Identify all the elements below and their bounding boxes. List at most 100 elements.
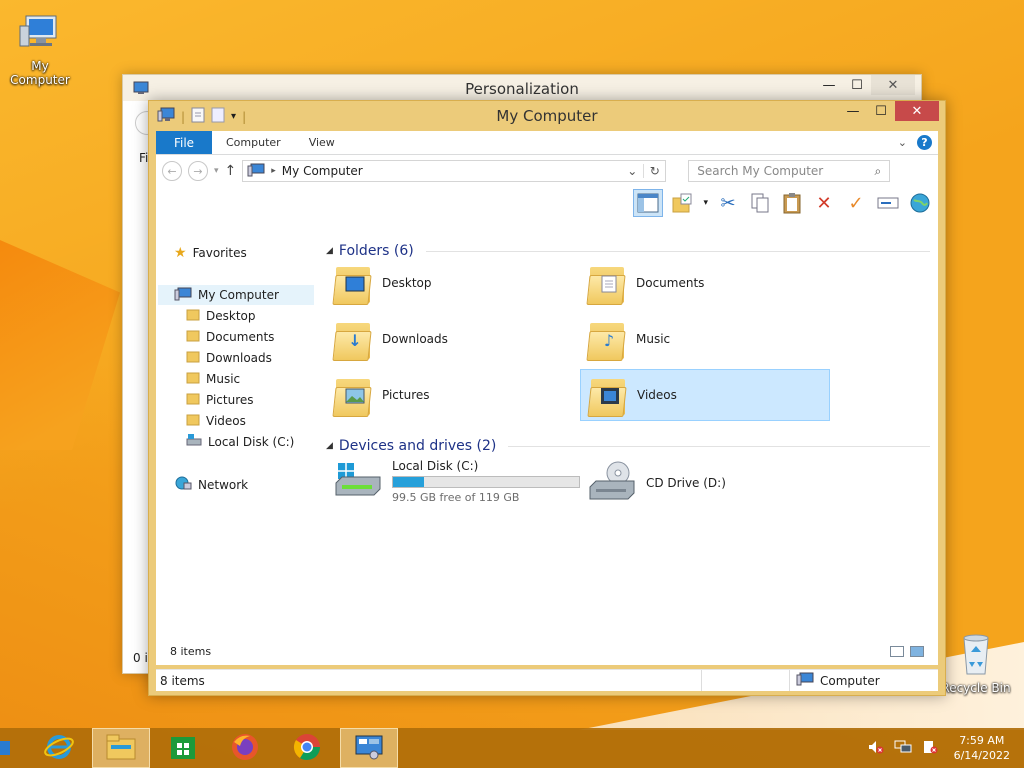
nav-documents[interactable]: Documents xyxy=(186,328,274,345)
folder-options-icon[interactable] xyxy=(671,191,695,215)
nav-label: My Computer xyxy=(198,288,279,302)
folder-downloads[interactable]: ↓ Downloads xyxy=(326,313,576,365)
drive-local-disk[interactable]: Local Disk (C:) 99.5 GB free of 119 GB xyxy=(326,453,586,511)
dropdown-icon[interactable]: ▾ xyxy=(703,198,708,208)
folder-videos[interactable]: Videos xyxy=(580,369,830,421)
folder-music[interactable]: ♪ Music xyxy=(580,313,830,365)
status-location: Computer xyxy=(820,673,880,688)
close-button[interactable]: ✕ xyxy=(871,75,915,95)
cut-icon[interactable]: ✂ xyxy=(716,191,740,215)
back-button[interactable]: ← xyxy=(162,161,182,181)
desktop-icon-my-computer[interactable]: My Computer xyxy=(0,10,80,87)
taskbar-internet-explorer[interactable] xyxy=(30,728,88,768)
maximize-button[interactable]: ☐ xyxy=(843,75,871,95)
folder-icon xyxy=(186,391,200,408)
folder-label: Pictures xyxy=(382,388,430,402)
expand-ribbon-icon[interactable]: ⌄ xyxy=(898,136,907,149)
address-dropdown-icon[interactable]: ⌄ xyxy=(621,164,643,178)
action-center-icon[interactable] xyxy=(922,740,938,757)
nav-label: Pictures xyxy=(206,392,254,407)
nav-desktop[interactable]: Desktop xyxy=(186,307,256,324)
nav-label: Music xyxy=(206,371,241,386)
desktop-folder-icon xyxy=(332,261,372,305)
clock[interactable]: 7:59 AM 6/14/2022 xyxy=(948,733,1016,763)
delete-icon[interactable]: ✕ xyxy=(812,191,836,215)
breadcrumb-chevron-icon[interactable]: ▸ xyxy=(271,166,276,176)
tiles-view-icon[interactable] xyxy=(910,645,924,657)
start-edge[interactable] xyxy=(0,741,10,755)
folder-documents[interactable]: Documents xyxy=(580,257,830,309)
globe-icon[interactable] xyxy=(908,191,932,215)
nav-favorites[interactable]: ★ Favorites xyxy=(174,245,247,261)
nav-videos[interactable]: Videos xyxy=(186,412,246,429)
rename-icon[interactable] xyxy=(876,191,900,215)
minimize-button[interactable]: — xyxy=(839,101,867,121)
forward-button[interactable]: → xyxy=(188,161,208,181)
collapse-icon[interactable]: ◢ xyxy=(326,441,333,451)
drive-label: CD Drive (D:) xyxy=(646,476,726,490)
details-view-icon[interactable] xyxy=(890,645,904,657)
folder-label: Desktop xyxy=(382,276,432,290)
drive-cd[interactable]: CD Drive (D:) xyxy=(580,457,830,509)
folder-icon xyxy=(186,307,200,324)
tab-computer[interactable]: Computer xyxy=(212,131,295,154)
drive-free-text: 99.5 GB free of 119 GB xyxy=(392,491,520,504)
taskbar-firefox[interactable] xyxy=(216,728,274,768)
taskbar-file-explorer[interactable] xyxy=(92,728,150,768)
recycle-bin-icon xyxy=(936,632,1016,679)
firefox-icon xyxy=(230,732,260,765)
desktop-icon-recycle-bin[interactable]: Recycle Bin xyxy=(936,632,1016,695)
cd-drive-icon xyxy=(588,461,636,505)
taskbar-store[interactable] xyxy=(154,728,212,768)
help-icon[interactable]: ? xyxy=(917,135,932,150)
minimize-button[interactable]: — xyxy=(815,75,843,95)
recent-locations-icon[interactable]: ▾ xyxy=(214,166,219,176)
item-count: 8 items xyxy=(170,644,212,658)
nav-music[interactable]: Music xyxy=(186,370,240,387)
nav-label: Local Disk (C:) xyxy=(208,434,295,449)
network-icon xyxy=(174,475,192,494)
paste-icon[interactable] xyxy=(780,191,804,215)
nav-local-disk[interactable]: Local Disk (C:) xyxy=(186,433,294,450)
my-computer-window[interactable]: | ▾ | My Computer — ☐ ✕ File Computer Vi… xyxy=(148,100,946,696)
up-button[interactable]: ↑ xyxy=(225,163,237,179)
taskbar-chrome[interactable] xyxy=(278,728,336,768)
file-explorer-icon xyxy=(105,733,137,764)
group-title: Devices and drives (2) xyxy=(338,438,497,454)
folder-desktop[interactable]: Desktop xyxy=(326,257,576,309)
search-input[interactable]: Search My Computer ⌕ xyxy=(688,160,891,182)
tab-file[interactable]: File xyxy=(156,131,212,154)
nav-downloads[interactable]: Downloads xyxy=(186,349,272,366)
title-bar[interactable]: | ▾ | My Computer — ☐ ✕ xyxy=(149,101,945,131)
group-header-devices[interactable]: ◢ Devices and drives (2) xyxy=(326,438,930,454)
search-icon[interactable]: ⌕ xyxy=(875,164,882,179)
refresh-icon[interactable]: ↻ xyxy=(643,164,665,178)
nav-my-computer[interactable]: My Computer xyxy=(158,285,314,305)
store-icon xyxy=(169,733,197,764)
checkmark-icon[interactable]: ✓ xyxy=(844,191,868,215)
folder-pictures[interactable]: Pictures xyxy=(326,369,576,421)
title-bar[interactable]: Personalization — ☐ ✕ xyxy=(123,75,921,101)
nav-network[interactable]: Network xyxy=(174,475,248,494)
navigation-pane: ★ Favorites My Computer Desktop Document… xyxy=(156,243,316,629)
nav-label: Favorites xyxy=(192,246,247,260)
folder-label: Documents xyxy=(636,276,705,290)
nav-pictures[interactable]: Pictures xyxy=(186,391,254,408)
taskbar-control-panel[interactable] xyxy=(340,728,398,768)
network-tray-icon[interactable] xyxy=(894,740,912,757)
computer-icon xyxy=(796,672,814,689)
close-button[interactable]: ✕ xyxy=(895,101,939,121)
computer-icon xyxy=(247,163,265,180)
maximize-button[interactable]: ☐ xyxy=(867,101,895,121)
nav-label: Videos xyxy=(206,413,246,428)
ribbon-tabs: File Computer View ⌄ ? xyxy=(156,131,938,155)
tab-view[interactable]: View xyxy=(295,131,349,154)
layout-icon[interactable] xyxy=(633,189,664,217)
volume-muted-icon[interactable] xyxy=(868,740,884,757)
address-path[interactable]: My Computer xyxy=(282,164,363,178)
command-toolbar: ▾ ✂ ✕ ✓ xyxy=(156,187,938,219)
address-bar[interactable]: ▸ My Computer ⌄ ↻ xyxy=(242,160,667,182)
search-placeholder: Search My Computer xyxy=(697,164,824,178)
copy-icon[interactable] xyxy=(748,191,772,215)
collapse-icon[interactable]: ◢ xyxy=(326,246,333,256)
